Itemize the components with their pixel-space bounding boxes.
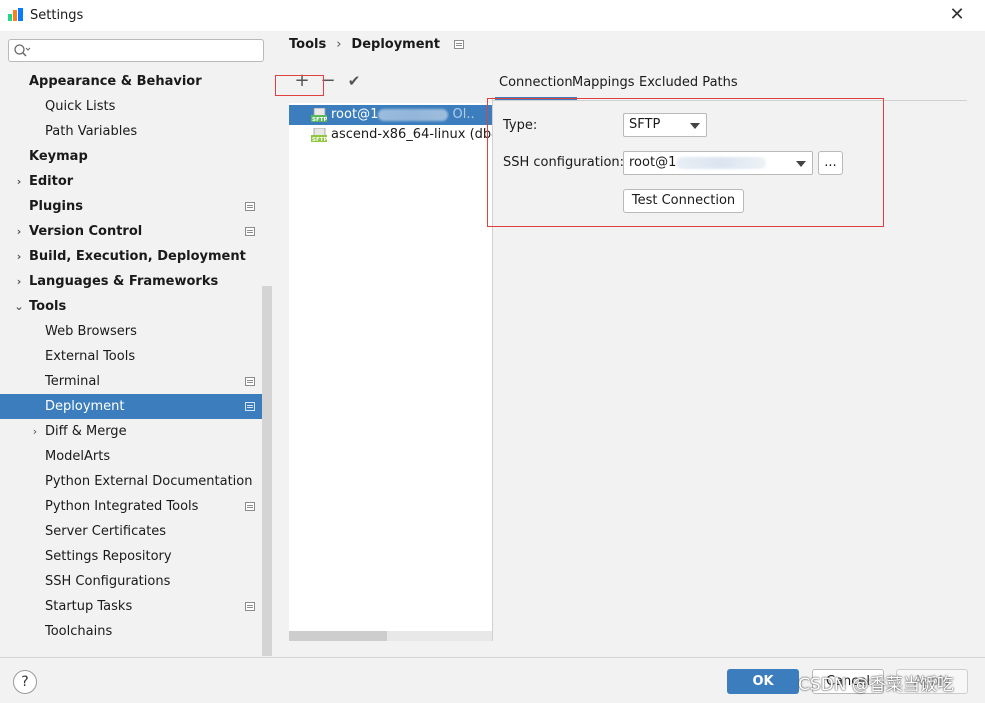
search-icon	[14, 44, 31, 57]
tab-connection[interactable]: Connection	[495, 71, 577, 100]
sidebar-item-label: Startup Tasks	[45, 599, 133, 614]
chevron-right-icon[interactable]: ›	[13, 269, 25, 294]
sidebar-item-label: Server Certificates	[45, 524, 167, 539]
watermark: CSDN @香菜当饭吃	[798, 675, 954, 695]
sftp-server-icon: SFTP	[311, 108, 327, 122]
dialog-footer: ? OK Cancel Apply CSDN @香菜当饭吃	[0, 657, 985, 703]
chevron-right-icon[interactable]: ›	[13, 244, 25, 269]
sidebar-item-label: External Tools	[45, 349, 136, 364]
sidebar-item-version-control[interactable]: › Version Control	[0, 219, 272, 244]
sidebar-item-ssh-configurations[interactable]: SSH Configurations	[0, 569, 272, 594]
chevron-right-icon[interactable]: ›	[13, 169, 25, 194]
sidebar-item-label: Appearance & Behavior	[29, 74, 202, 89]
sidebar-item-settings-repository[interactable]: Settings Repository	[0, 544, 272, 569]
scroll-thumb[interactable]	[289, 631, 387, 641]
sidebar-item-server-certificates[interactable]: Server Certificates	[0, 519, 272, 544]
chevron-right-icon[interactable]: ›	[29, 419, 41, 444]
sidebar-item-label: Editor	[29, 174, 74, 189]
server-item-root[interactable]: SFTP root@1 Ol..	[289, 105, 492, 125]
breadcrumb-parent[interactable]: Tools	[289, 37, 326, 52]
sidebar-item-label: Python External Documentation	[45, 474, 253, 489]
help-icon[interactable]: ?	[13, 670, 37, 694]
sidebar-item-label: Toolchains	[45, 624, 113, 639]
sidebar-item-plugins[interactable]: Plugins	[0, 194, 272, 219]
highlight-box-add	[275, 75, 324, 96]
search-box[interactable]	[8, 39, 264, 62]
server-list-hscrollbar[interactable]	[289, 631, 492, 641]
sidebar-item-label: Python Integrated Tools	[45, 499, 199, 514]
sidebar-item-web-browsers[interactable]: Web Browsers	[0, 319, 272, 344]
project-scope-icon	[245, 227, 255, 236]
search-input[interactable]	[35, 42, 260, 59]
sidebar-item-label: Tools	[29, 299, 67, 314]
sftp-server-icon: SFTP	[311, 128, 327, 142]
sidebar-item-label: Keymap	[29, 149, 88, 164]
sidebar-item-tools[interactable]: ⌄ Tools	[0, 294, 272, 319]
breadcrumb-current: Deployment	[351, 37, 441, 52]
project-scope-icon	[245, 502, 255, 511]
sidebar-item-toolchains[interactable]: Toolchains	[0, 619, 272, 644]
project-scope-icon	[245, 202, 255, 211]
sidebar-item-languages-frameworks[interactable]: › Languages & Frameworks	[0, 269, 272, 294]
redacted-mark	[378, 108, 449, 121]
set-default-button[interactable]: ✔	[342, 69, 366, 93]
sidebar-item-label: Terminal	[45, 374, 100, 389]
tab-excluded-paths[interactable]: Excluded Paths	[635, 71, 742, 100]
chevron-down-icon[interactable]: ⌄	[13, 294, 25, 319]
sidebar-item-appearance-behavior[interactable]: Appearance & Behavior	[0, 69, 272, 94]
sidebar-item-terminal[interactable]: Terminal	[0, 369, 272, 394]
server-list: SFTP root@1 Ol.. SFTP ascend-x86_64-linu…	[289, 103, 492, 641]
server-item-ascend[interactable]: SFTP ascend-x86_64-linux (db400	[289, 125, 492, 145]
sidebar-item-label: Diff & Merge	[45, 424, 127, 439]
close-icon[interactable]: ✕	[947, 4, 967, 26]
sidebar-item-deployment[interactable]: Deployment	[0, 394, 272, 419]
sidebar-item-path-variables[interactable]: Path Variables	[0, 119, 272, 144]
sidebar-item-diff-merge[interactable]: › Diff & Merge	[0, 419, 272, 444]
sidebar-item-label: Version Control	[29, 224, 143, 239]
tab-mappings[interactable]: Mappings	[568, 71, 639, 100]
sidebar-item-label: Settings Repository	[45, 549, 172, 564]
sidebar-item-label: Web Browsers	[45, 324, 137, 339]
settings-sidebar: Appearance & BehaviorNotificationsQuick …	[0, 31, 272, 657]
server-label: root@1 Ol..	[331, 107, 475, 122]
sidebar-item-label: SSH Configurations	[45, 574, 171, 589]
sidebar-item-external-tools[interactable]: External Tools	[0, 344, 272, 369]
sidebar-item-startup-tasks[interactable]: Startup Tasks	[0, 594, 272, 619]
sidebar-item-label: Build, Execution, Deployment	[29, 249, 246, 264]
ok-button[interactable]: OK	[727, 669, 799, 694]
sidebar-item-keymap[interactable]: Keymap	[0, 144, 272, 169]
highlight-box-form	[487, 98, 884, 227]
sidebar-item-editor[interactable]: › Editor	[0, 169, 272, 194]
sidebar-item-label: ModelArts	[45, 449, 111, 464]
svg-text:SFTP: SFTP	[312, 137, 327, 142]
server-label: ascend-x86_64-linux (db400	[331, 127, 492, 142]
project-scope-icon	[245, 402, 255, 411]
sidebar-item-python-external-documentation[interactable]: Python External Documentation	[0, 469, 272, 494]
app-logo-icon	[8, 8, 23, 21]
sidebar-item-label: Path Variables	[45, 124, 138, 139]
sidebar-item-python-integrated-tools[interactable]: Python Integrated Tools	[0, 494, 272, 519]
sidebar-item-label: Quick Lists	[45, 99, 116, 114]
sidebar-item-label: Deployment	[45, 399, 125, 414]
sidebar-scrollbar[interactable]	[262, 286, 272, 656]
sidebar-item-label: Plugins	[29, 199, 83, 214]
sidebar-item-modelarts[interactable]: ModelArts	[0, 444, 272, 469]
project-scope-icon	[245, 602, 255, 611]
sidebar-item-label: Languages & Frameworks	[29, 274, 219, 289]
title-bar: Settings ✕	[0, 0, 985, 31]
deployment-tabs: Connection Mappings Excluded Paths	[493, 71, 967, 101]
breadcrumb: Tools › Deployment	[289, 37, 465, 52]
project-scope-icon	[454, 40, 465, 49]
svg-text:SFTP: SFTP	[312, 117, 327, 122]
sidebar-item-build-execution-deployment[interactable]: › Build, Execution, Deployment	[0, 244, 272, 269]
sidebar-item-quick-lists[interactable]: Quick Lists	[0, 94, 272, 119]
window-title: Settings	[30, 8, 84, 23]
breadcrumb-separator: ›	[336, 37, 342, 52]
project-scope-icon	[245, 377, 255, 386]
chevron-right-icon[interactable]: ›	[13, 219, 25, 244]
